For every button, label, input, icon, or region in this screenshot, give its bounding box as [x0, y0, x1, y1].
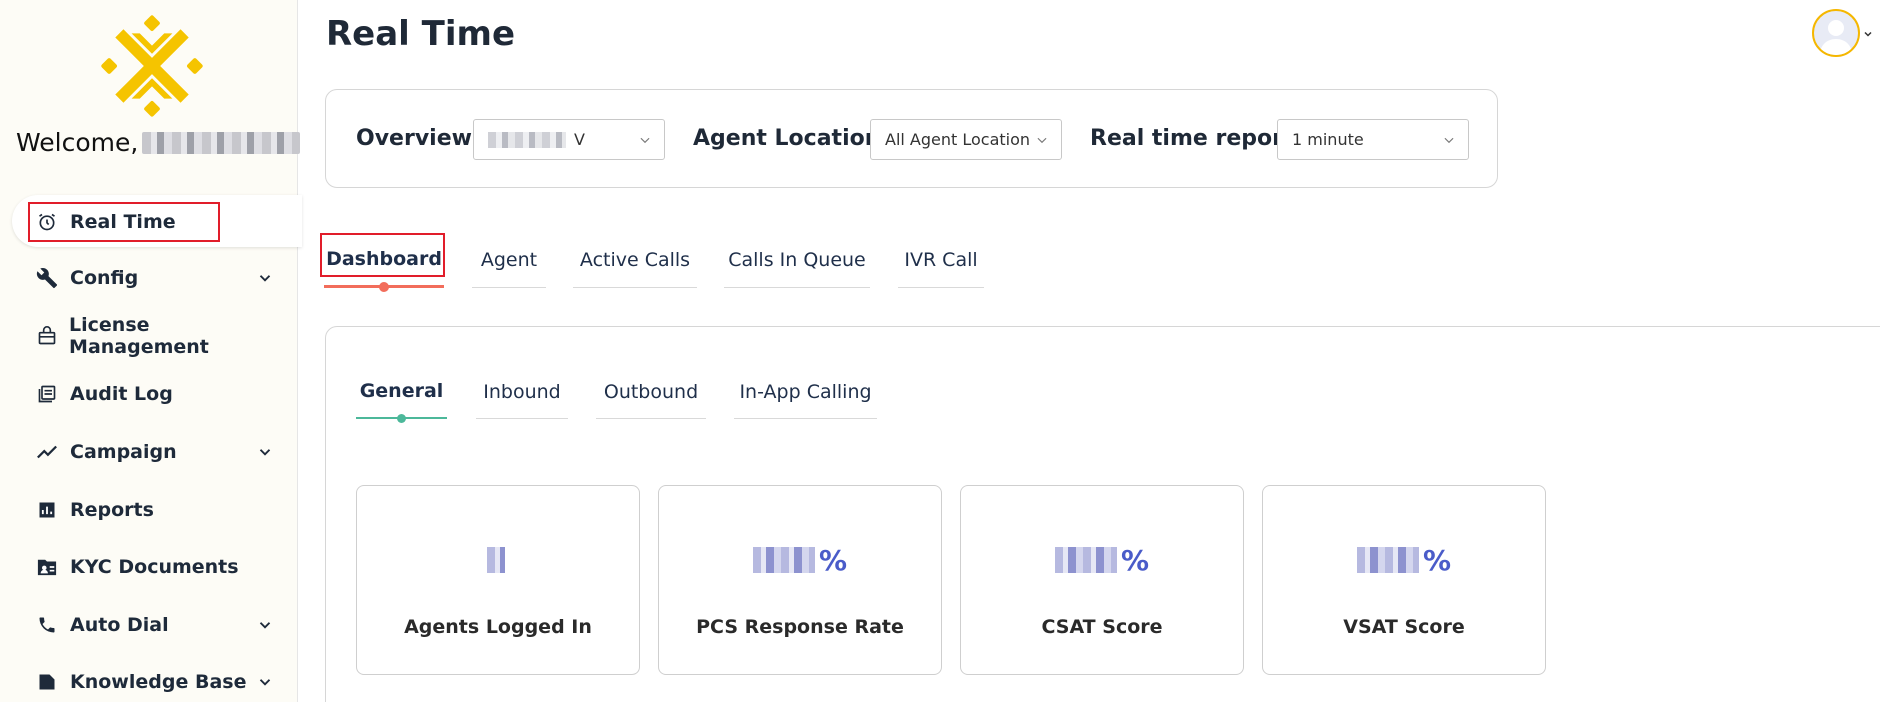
report-interval-select[interactable]: 1 minute	[1277, 119, 1469, 160]
metric-card-agents-logged-in: Agents Logged In	[356, 485, 640, 675]
chevron-down-icon	[1037, 137, 1047, 144]
metric-suffix: %	[1422, 543, 1452, 577]
phone-icon	[36, 614, 58, 636]
sidebar-item-label: KYC Documents	[70, 556, 239, 578]
metric-label: VSAT Score	[1343, 616, 1465, 638]
agent-location-label: Agent Location	[693, 126, 881, 151]
active-subtab-dot	[397, 414, 406, 423]
tab-ivr-call[interactable]: IVR Call	[898, 232, 984, 288]
sidebar-item-label: License Management	[69, 314, 209, 358]
sidebar-item-auto-dial[interactable]: Auto Dial	[36, 605, 286, 645]
welcome-text: Welcome,	[16, 128, 301, 157]
chevron-down-icon	[640, 137, 650, 144]
subtab-general[interactable]: General	[356, 365, 447, 423]
highlight-box-dashboard	[320, 233, 445, 277]
wrench-icon	[36, 267, 58, 289]
overview-value-suffix: V	[574, 130, 585, 149]
metric-value: %	[961, 542, 1243, 578]
sidebar-item-label: Campaign	[70, 441, 177, 463]
overview-select[interactable]: V	[473, 119, 665, 160]
sidebar-item-label: Auto Dial	[70, 614, 169, 636]
filter-bar: Overview V Agent Location All Agent Loca…	[325, 89, 1498, 188]
sidebar-item-label: Audit Log	[70, 383, 173, 405]
tab-label: Agent	[480, 248, 538, 271]
metric-value: %	[659, 542, 941, 578]
document-icon	[36, 671, 58, 693]
metric-value: %	[1263, 542, 1545, 578]
subtab-in-app-calling[interactable]: In-App Calling	[734, 365, 877, 419]
sidebar-item-license-management[interactable]: License Management	[36, 314, 286, 358]
user-silhouette-icon	[1820, 20, 1852, 55]
chevron-down-icon[interactable]	[1862, 28, 1874, 40]
bar-chart-icon	[36, 499, 58, 521]
active-tab-dot	[379, 282, 389, 292]
subtab-label: Inbound	[483, 380, 561, 403]
sidebar-item-knowledge-base[interactable]: Knowledge Base	[36, 662, 286, 702]
sidebar-item-label: Knowledge Base	[70, 671, 247, 693]
redacted-username	[142, 131, 301, 154]
sidebar-item-label: Config	[70, 267, 139, 289]
license-icon	[36, 325, 57, 347]
welcome-prefix: Welcome,	[16, 128, 139, 157]
subtab-label: General	[359, 380, 444, 402]
report-interval-label: Real time report	[1090, 126, 1294, 151]
agent-location-select[interactable]: All Agent Location	[870, 119, 1062, 160]
sidebar-item-campaign[interactable]: Campaign	[36, 432, 286, 472]
metric-label: PCS Response Rate	[696, 616, 904, 638]
subtab-outbound[interactable]: Outbound	[596, 365, 706, 419]
chevron-down-icon	[259, 449, 271, 456]
sidebar-item-config[interactable]: Config	[36, 258, 286, 298]
metric-suffix: %	[818, 543, 848, 577]
redacted-metric-value	[1054, 547, 1117, 573]
redacted-metric-value	[487, 547, 505, 573]
app-root: Welcome, Real Time Config License Manage…	[0, 0, 1880, 702]
tab-label: Calls In Queue	[728, 248, 866, 271]
chevron-down-icon	[259, 679, 271, 686]
tab-label: IVR Call	[904, 248, 978, 271]
tab-label: Active Calls	[579, 248, 691, 271]
highlight-box-real-time	[28, 202, 220, 242]
audit-log-icon	[36, 383, 58, 405]
page-title: Real Time	[326, 14, 516, 54]
brand-logo-icon	[101, 15, 203, 117]
sidebar-item-label: Reports	[70, 499, 154, 521]
tab-agent[interactable]: Agent	[472, 232, 546, 288]
redacted-overview-value	[488, 131, 566, 148]
chevron-down-icon	[259, 275, 271, 282]
dashboard-panel: General Inbound Outbound In-App Calling …	[325, 326, 1880, 702]
metric-value	[357, 542, 639, 578]
subtab-label: In-App Calling	[739, 380, 872, 403]
sidebar-item-kyc-documents[interactable]: KYC Documents	[36, 547, 286, 587]
overview-label: Overview	[356, 126, 472, 151]
trend-line-icon	[36, 441, 58, 463]
agent-location-value: All Agent Location	[885, 130, 1031, 149]
metric-card-vsat-score: % VSAT Score	[1262, 485, 1546, 675]
chevron-down-icon	[1444, 137, 1454, 144]
report-interval-value: 1 minute	[1292, 130, 1364, 149]
chevron-down-icon	[259, 622, 271, 629]
sidebar-item-reports[interactable]: Reports	[36, 490, 286, 530]
tab-active-calls[interactable]: Active Calls	[573, 232, 697, 288]
tab-calls-in-queue[interactable]: Calls In Queue	[724, 232, 870, 288]
redacted-metric-value	[1356, 547, 1419, 573]
metric-suffix: %	[1120, 543, 1150, 577]
subtab-label: Outbound	[603, 380, 699, 403]
redacted-metric-value	[752, 547, 815, 573]
metric-card-csat-score: % CSAT Score	[960, 485, 1244, 675]
sidebar-item-audit-log[interactable]: Audit Log	[36, 374, 286, 414]
sidebar: Welcome, Real Time Config License Manage…	[0, 0, 302, 702]
metric-label: CSAT Score	[1041, 616, 1163, 638]
metric-card-pcs-response-rate: % PCS Response Rate	[658, 485, 942, 675]
metric-label: Agents Logged In	[404, 616, 592, 638]
avatar[interactable]	[1812, 9, 1860, 57]
subtab-inbound[interactable]: Inbound	[476, 365, 568, 419]
id-folder-icon	[36, 556, 58, 578]
